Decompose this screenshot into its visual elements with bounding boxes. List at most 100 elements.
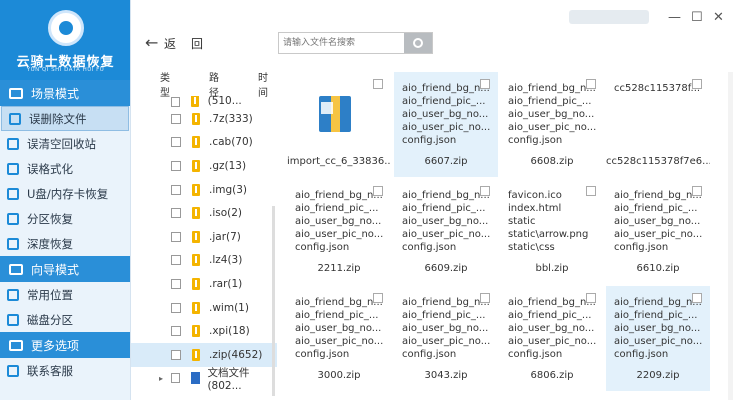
tree-row-label: .xpi(18) bbox=[209, 325, 250, 338]
row-checkbox[interactable] bbox=[171, 137, 181, 148]
file-card[interactable]: aio_friend_bg_n... aio_friend_pic_... aio_… bbox=[606, 286, 710, 391]
file-type-tree: 类型 路径 时间 压缩文件(510... .7z(333) .cab(70) .gz(… bbox=[131, 72, 277, 400]
tree-row-label: .iso(2) bbox=[209, 207, 243, 220]
expand-icon[interactable]: ▸ bbox=[159, 374, 163, 383]
archive-icon bbox=[191, 96, 199, 107]
file-card[interactable]: aio_friend_bg_n... aio_friend_pic_... aio_… bbox=[394, 286, 498, 391]
row-checkbox[interactable] bbox=[171, 208, 181, 219]
sidebar-item[interactable]: 分区恢复 bbox=[0, 206, 130, 231]
tree-row-label: .jar(7) bbox=[209, 230, 241, 243]
section-header-2: 更多选项 bbox=[0, 332, 130, 358]
sidebar-item[interactable]: 误删除文件 bbox=[1, 106, 129, 131]
tree-row[interactable]: .iso(2) bbox=[131, 201, 277, 225]
sidebar-item[interactable]: 误格式化 bbox=[0, 156, 130, 181]
tree-row[interactable]: .xpi(18) bbox=[131, 319, 277, 343]
nav-item-icon bbox=[7, 288, 19, 301]
nav-item-icon bbox=[7, 212, 19, 225]
card-filename: 6607.zip bbox=[424, 156, 468, 167]
search-button[interactable] bbox=[404, 33, 432, 53]
archive-icon bbox=[192, 325, 200, 338]
tree-row-label: .7z(333) bbox=[209, 112, 253, 125]
preview-line: aio_friend_pic_... bbox=[614, 203, 698, 214]
tree-row-label: 文档文件(802... bbox=[207, 366, 250, 392]
file-card[interactable]: aio_friend_bg_n... aio_friend_pic_... aio_… bbox=[394, 72, 498, 177]
sidebar-item-label: 误清空回收站 bbox=[27, 136, 96, 151]
sidebar-item[interactable]: 常用位置 bbox=[0, 282, 130, 307]
file-card[interactable]: aio_friend_bg_n... aio_friend_pic_... aio_… bbox=[287, 179, 391, 284]
tree-row[interactable]: 压缩文件(510... bbox=[131, 96, 277, 107]
archive-icon bbox=[192, 277, 200, 290]
file-card[interactable]: import_cc_6_33836.... bbox=[287, 72, 391, 177]
row-checkbox[interactable] bbox=[171, 326, 181, 337]
grid-scrollbar[interactable] bbox=[728, 72, 733, 400]
file-grid: import_cc_6_33836.... aio_friend_bg_n... a… bbox=[287, 72, 723, 400]
preview-line: aio_friend_bg_n... bbox=[402, 83, 490, 94]
column-path[interactable]: 路径 bbox=[209, 69, 228, 99]
back-button[interactable]: 返 bbox=[164, 35, 176, 52]
document-icon bbox=[191, 372, 201, 385]
row-checkbox[interactable] bbox=[171, 349, 181, 360]
row-checkbox[interactable] bbox=[171, 373, 181, 384]
search-input[interactable] bbox=[279, 33, 405, 53]
tree-row[interactable]: ▸ 文档文件(802... bbox=[131, 366, 277, 392]
file-card[interactable]: favicon.ico index.html static static\arrow.… bbox=[500, 179, 604, 284]
row-checkbox[interactable] bbox=[171, 231, 181, 242]
card-preview: aio_friend_bg_n... aio_friend_pic_... aio_… bbox=[295, 296, 389, 361]
file-card[interactable]: aio_friend_bg_n... aio_friend_pic_... aio_… bbox=[287, 286, 391, 391]
preview-line: aio_user_pic_no... bbox=[614, 336, 703, 347]
tree-row-label: .wim(1) bbox=[209, 301, 249, 314]
card-filename: 6610.zip bbox=[636, 263, 680, 274]
tree-row[interactable]: .cab(70) bbox=[131, 131, 277, 155]
maximize-button[interactable]: ☐ bbox=[691, 10, 703, 25]
row-checkbox[interactable] bbox=[171, 302, 181, 313]
nav-item-icon bbox=[7, 187, 19, 200]
preview-line: aio_user_pic_no... bbox=[295, 229, 384, 240]
preview-line: config.json bbox=[614, 242, 669, 253]
back-arrow-icon[interactable]: ← bbox=[145, 33, 158, 52]
row-checkbox[interactable] bbox=[171, 160, 181, 171]
column-type[interactable]: 类型 bbox=[160, 69, 179, 99]
row-checkbox[interactable] bbox=[171, 184, 181, 195]
home-button[interactable]: 回 bbox=[191, 35, 203, 52]
tree-row-label: .lz4(3) bbox=[209, 254, 243, 267]
row-checkbox[interactable] bbox=[171, 255, 181, 266]
sidebar-item[interactable]: 误清空回收站 bbox=[0, 131, 130, 156]
preview-line: config.json bbox=[614, 349, 669, 360]
card-filename: cc528c115378f7e6... bbox=[606, 156, 710, 167]
card-preview: aio_friend_bg_n... aio_friend_pic_... aio_… bbox=[614, 189, 708, 254]
tree-row[interactable]: .rar(1) bbox=[131, 272, 277, 296]
search-icon bbox=[413, 38, 424, 48]
preview-line: aio_user_pic_no... bbox=[614, 229, 703, 240]
row-checkbox[interactable] bbox=[171, 97, 181, 107]
sidebar-item[interactable]: 磁盘分区 bbox=[0, 307, 130, 332]
section-icon bbox=[9, 87, 23, 99]
preview-line: aio_user_bg_no... bbox=[402, 323, 489, 334]
tree-row[interactable]: .gz(13) bbox=[131, 154, 277, 178]
file-card[interactable]: aio_friend_bg_n... aio_friend_pic_... aio_… bbox=[500, 72, 604, 177]
minimize-button[interactable]: — bbox=[668, 10, 681, 25]
row-checkbox[interactable] bbox=[171, 278, 181, 289]
column-time[interactable]: 时间 bbox=[258, 69, 277, 99]
file-card[interactable]: cc528c115378f... cc528c115378f7e6... bbox=[606, 72, 710, 177]
row-checkbox[interactable] bbox=[171, 113, 181, 124]
file-card[interactable]: aio_friend_bg_n... aio_friend_pic_... aio_… bbox=[500, 286, 604, 391]
tree-row[interactable]: .img(3) bbox=[131, 178, 277, 202]
tree-row[interactable]: .wim(1) bbox=[131, 296, 277, 320]
sidebar-item[interactable]: 深度恢复 bbox=[0, 231, 130, 256]
tree-row[interactable]: .7z(333) bbox=[131, 107, 277, 131]
file-card[interactable]: aio_friend_bg_n... aio_friend_pic_... aio_… bbox=[394, 179, 498, 284]
tree-scrollbar[interactable] bbox=[272, 206, 275, 396]
file-card[interactable]: aio_friend_bg_n... aio_friend_pic_... aio_… bbox=[606, 179, 710, 284]
sidebar-item[interactable]: 联系客服 bbox=[0, 358, 130, 383]
sidebar-item[interactable]: U盘/内存卡恢复 bbox=[0, 181, 130, 206]
tree-row[interactable]: .zip(4652) bbox=[131, 342, 277, 367]
tree-row[interactable]: .lz4(3) bbox=[131, 249, 277, 273]
preview-line: aio_user_bg_no... bbox=[295, 216, 382, 227]
card-checkbox[interactable] bbox=[373, 79, 383, 89]
tree-row[interactable]: .jar(7) bbox=[131, 225, 277, 249]
archive-icon bbox=[192, 230, 200, 243]
archive-icon bbox=[192, 207, 200, 220]
close-button[interactable]: ✕ bbox=[713, 10, 724, 25]
preview-line: aio_friend_bg_n... bbox=[508, 297, 596, 308]
card-preview: aio_friend_bg_n... aio_friend_pic_... aio_… bbox=[295, 189, 389, 254]
